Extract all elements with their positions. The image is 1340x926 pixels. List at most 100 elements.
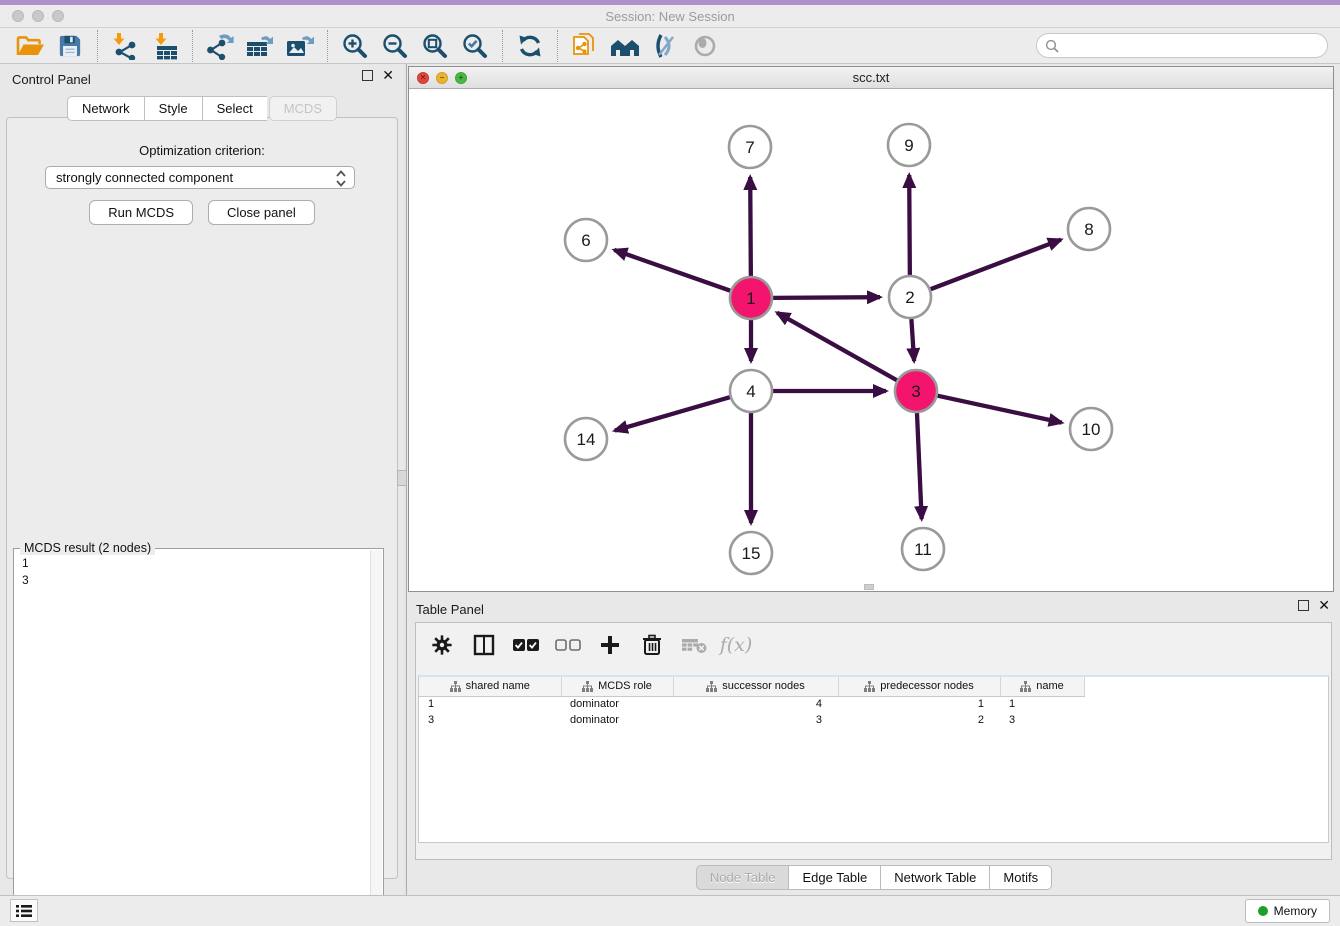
add-column-icon[interactable] (596, 631, 624, 659)
tab-node-table[interactable]: Node Table (696, 865, 789, 890)
network-hscroll-thumb[interactable] (864, 584, 874, 590)
control-panel: Control Panel ✕ NetworkStyleSelectMCDS O… (0, 64, 404, 895)
export-table-icon[interactable] (240, 29, 280, 63)
mcds-result-text[interactable]: 1 3 (16, 555, 369, 926)
node-7[interactable]: 7 (729, 126, 771, 168)
node-2[interactable]: 2 (889, 276, 931, 318)
tab-motifs[interactable]: Motifs (989, 865, 1052, 890)
tab-mcds[interactable]: MCDS (269, 96, 337, 121)
run-mcds-button[interactable]: Run MCDS (89, 200, 193, 225)
node-10[interactable]: 10 (1070, 408, 1112, 450)
result-scrollbar[interactable] (370, 550, 382, 926)
first-neighbors-icon[interactable] (605, 29, 645, 63)
network-close-button[interactable]: ✕ (417, 72, 429, 84)
search-input[interactable] (1059, 36, 1327, 56)
zoom-fit-icon[interactable] (415, 29, 455, 63)
import-network-icon[interactable] (105, 29, 145, 63)
node-14[interactable]: 14 (565, 418, 607, 460)
table-panel: Table Panel ✕ (408, 595, 1340, 895)
node-table[interactable]: shared nameMCDS rolesuccessor nodesprede… (418, 675, 1329, 843)
column-header-name[interactable]: name (1000, 677, 1084, 696)
search-field[interactable] (1036, 33, 1328, 58)
column-header-predecessor-nodes[interactable]: predecessor nodes (838, 677, 1000, 696)
open-session-icon[interactable] (10, 29, 50, 63)
network-window-titlebar[interactable]: ✕ − + scc.txt (409, 67, 1333, 89)
network-view-window: ✕ − + scc.txt 7 9 6 8 1 2 4 3 14 10 15 11 (408, 66, 1334, 592)
edge-2-3[interactable] (911, 319, 914, 361)
column-header-mcds-role[interactable]: MCDS role (561, 677, 673, 696)
edge-2-8[interactable] (931, 240, 1061, 290)
close-panel-icon[interactable]: ✕ (382, 68, 394, 82)
network-maximize-button[interactable]: + (455, 72, 467, 84)
float-table-panel-icon[interactable] (1298, 600, 1309, 611)
tab-edge-table[interactable]: Edge Table (788, 865, 880, 890)
task-history-button[interactable] (10, 899, 38, 922)
node-11[interactable]: 11 (902, 528, 944, 570)
delete-column-icon[interactable] (638, 631, 666, 659)
node-6[interactable]: 6 (565, 219, 607, 261)
node-label: 3 (911, 382, 920, 401)
memory-label: Memory (1274, 904, 1317, 918)
control-panel-tabs: NetworkStyleSelectMCDS (0, 96, 404, 121)
show-hidden-icon[interactable] (685, 29, 725, 63)
mac-titlebar: Session: New Session (0, 5, 1340, 28)
zoom-in-icon[interactable] (335, 29, 375, 63)
deselect-all-columns-icon[interactable] (554, 631, 582, 659)
export-network-icon[interactable] (200, 29, 240, 63)
export-image-icon[interactable] (280, 29, 320, 63)
application-window: Session: New Session (0, 0, 1340, 926)
save-session-icon[interactable] (50, 29, 90, 63)
import-table-icon[interactable] (145, 29, 185, 63)
column-header-successor-nodes[interactable]: successor nodes (673, 677, 838, 696)
network-canvas[interactable]: 7 9 6 8 1 2 4 3 14 10 15 11 (409, 89, 1333, 587)
refresh-view-icon[interactable] (510, 29, 550, 63)
tab-network[interactable]: Network (67, 96, 144, 121)
node-8[interactable]: 8 (1068, 208, 1110, 250)
edge-4-14[interactable] (615, 397, 730, 430)
node-1[interactable]: 1 (730, 277, 772, 319)
edge-1-6[interactable] (614, 250, 730, 291)
edge-1-7[interactable] (750, 177, 751, 276)
select-all-columns-icon[interactable] (512, 631, 540, 659)
splitter-grip[interactable] (397, 470, 407, 486)
mcds-result-group: MCDS result (2 nodes) 1 3 (13, 548, 384, 926)
edge-3-11[interactable] (917, 413, 922, 519)
edge-3-10[interactable] (937, 396, 1061, 423)
float-panel-icon[interactable] (362, 70, 373, 81)
node-15[interactable]: 15 (730, 532, 772, 574)
dropdown-value: strongly connected component (56, 170, 233, 185)
close-panel-button[interactable]: Close panel (208, 200, 315, 225)
status-bar: Memory (0, 895, 1340, 926)
edge-3-1[interactable] (777, 313, 897, 380)
hide-selected-icon[interactable] (645, 29, 685, 63)
network-minimize-button[interactable]: − (436, 72, 448, 84)
mcds-result-title: MCDS result (2 nodes) (20, 541, 155, 555)
tab-style[interactable]: Style (144, 96, 202, 121)
toolbar-separator (502, 30, 503, 62)
node-label: 15 (742, 544, 761, 563)
tab-select[interactable]: Select (202, 96, 267, 121)
zoom-selected-icon[interactable] (455, 29, 495, 63)
split-view-icon[interactable] (470, 631, 498, 659)
node-4[interactable]: 4 (730, 370, 772, 412)
tab-network-table[interactable]: Network Table (880, 865, 989, 890)
close-table-panel-icon[interactable]: ✕ (1318, 598, 1330, 612)
optimization-criterion-dropdown[interactable]: strongly connected component (45, 166, 355, 189)
table-row[interactable]: 3dominator323 (419, 712, 1084, 728)
column-header-shared-name[interactable]: shared name (419, 677, 561, 696)
table-settings-icon[interactable] (428, 631, 456, 659)
clone-network-icon[interactable] (565, 29, 605, 63)
edge-2-9[interactable] (909, 175, 910, 275)
table-row[interactable]: 1dominator411 (419, 696, 1084, 712)
node-table-body[interactable]: 1dominator4113dominator323 (419, 696, 1084, 728)
zoom-out-icon[interactable] (375, 29, 415, 63)
table-tabs: Node TableEdge TableNetwork TableMotifs (408, 865, 1340, 890)
edge-1-2[interactable] (773, 297, 880, 298)
node-label: 10 (1082, 420, 1101, 439)
node-3[interactable]: 3 (895, 370, 937, 412)
optimization-criterion-label: Optimization criterion: (7, 143, 397, 158)
node-table-header[interactable]: shared nameMCDS rolesuccessor nodesprede… (419, 677, 1084, 696)
memory-button[interactable]: Memory (1245, 899, 1330, 923)
toolbar-separator (327, 30, 328, 62)
node-9[interactable]: 9 (888, 124, 930, 166)
